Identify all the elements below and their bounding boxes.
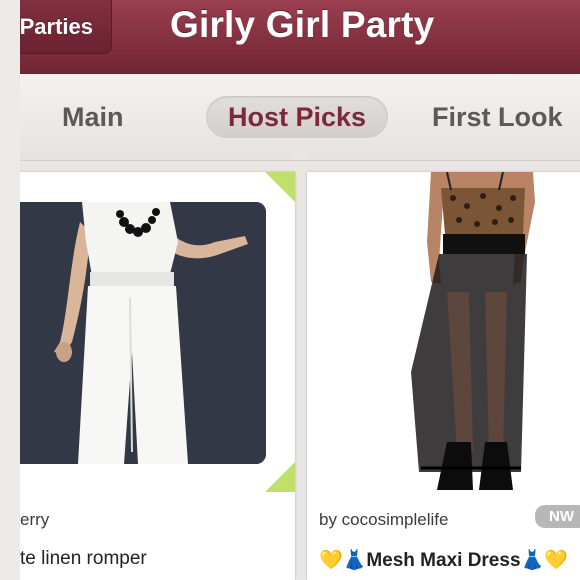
tab-first-look[interactable]: First Look (432, 96, 563, 138)
back-button-label: Parties (19, 14, 93, 39)
corner-fold-top (265, 172, 295, 202)
heart-dress-emoji: 💛👗 (319, 550, 367, 571)
listing-title[interactable]: 💛👗Mesh Maxi Dress👗💛 (319, 548, 568, 572)
listing-title-text: Mesh Maxi Dress (366, 550, 521, 571)
listing-photo[interactable] (307, 172, 580, 494)
tab-host-picks[interactable]: Host Picks (206, 96, 389, 138)
romper-photo-illustration (20, 202, 266, 464)
listing-card[interactable]: erry te linen romper (20, 172, 295, 580)
dress-heart-emoji: 👗💛 (520, 550, 568, 571)
listing-card[interactable]: by cocosimplelife NW 💛👗Mesh Maxi Dress👗💛 (307, 172, 580, 580)
maxi-dress-photo-illustration (307, 172, 580, 494)
app-header: Parties Girly Girl Party (0, 0, 580, 74)
corner-fold-bottom (265, 462, 295, 492)
new-with-tags-badge: NW (535, 505, 580, 528)
listing-seller[interactable]: by cocosimplelife (319, 510, 448, 530)
page-title: Girly Girl Party (170, 4, 435, 45)
active-tab-pointer (288, 146, 310, 159)
tab-main[interactable]: Main (62, 96, 124, 138)
listing-seller[interactable]: erry (20, 510, 49, 530)
listing-title[interactable]: te linen romper (20, 548, 147, 570)
listing-photo[interactable] (20, 202, 266, 464)
left-edge (0, 0, 20, 580)
